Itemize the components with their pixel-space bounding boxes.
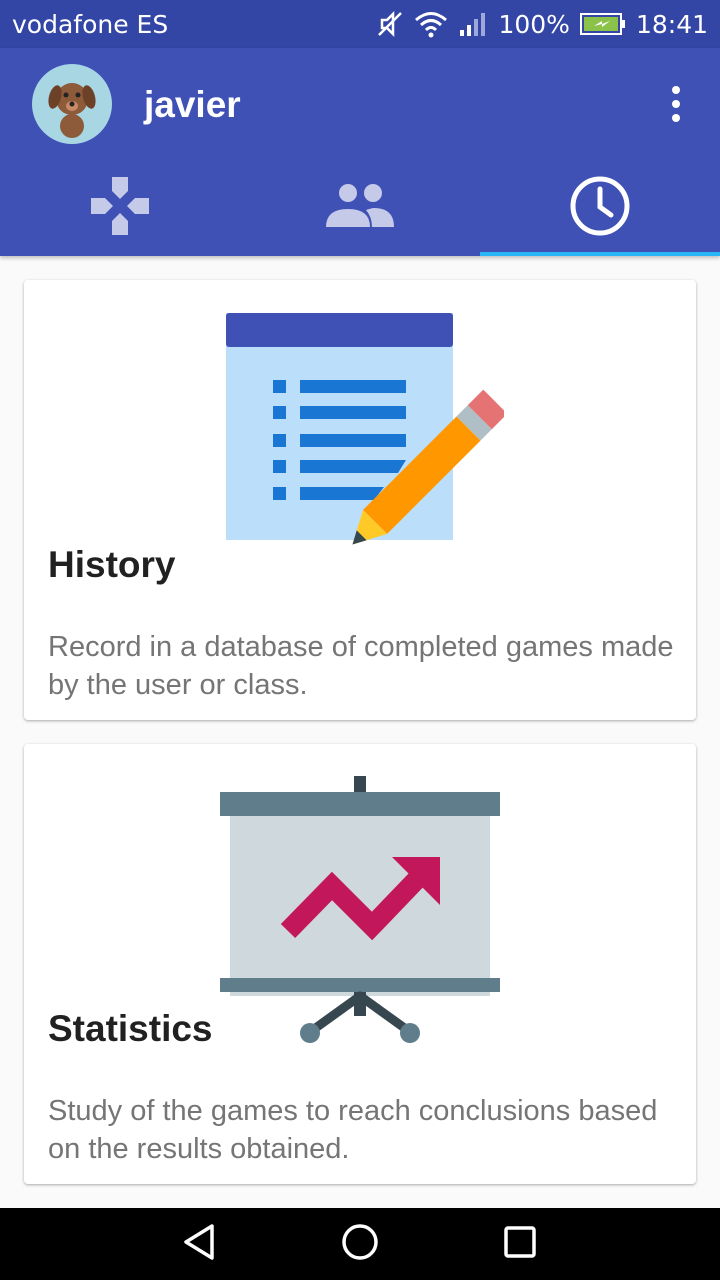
card-title: History [48, 544, 176, 585]
app-bar: javier [0, 48, 720, 256]
statistics-card[interactable]: Statistics Study of the games to reach c… [24, 744, 696, 1184]
history-card[interactable]: History Record in a database of complete… [24, 280, 696, 720]
dog-avatar-icon[interactable] [32, 64, 112, 144]
tab-games[interactable] [0, 160, 240, 256]
more-vert-icon[interactable] [656, 84, 696, 124]
system-nav-bar [0, 1208, 720, 1280]
home-circle-icon [340, 1222, 380, 1267]
status-bar: vodafone ES 100% 18:41 [0, 0, 720, 48]
clock-icon [569, 175, 631, 242]
card-description: Record in a database of completed games … [48, 631, 674, 701]
signal-icon [458, 10, 488, 38]
username: javier [144, 84, 241, 125]
battery-percentage: 100% [498, 9, 570, 39]
tab-bar [0, 160, 720, 256]
clock-time: 18:41 [635, 9, 708, 39]
card-description: Study of the games to reach conclusions … [48, 1095, 658, 1165]
document-pencil-icon [214, 308, 508, 583]
recents-button[interactable] [440, 1208, 600, 1280]
tab-history[interactable] [480, 160, 720, 256]
carrier-name: vodafone ES [12, 9, 169, 39]
people-icon [326, 183, 394, 234]
presentation-chart-icon [220, 776, 500, 1051]
battery-icon [579, 12, 626, 36]
tab-people[interactable] [240, 160, 480, 256]
gamepad-icon [89, 175, 151, 242]
back-triangle-icon [180, 1222, 220, 1267]
card-title: Statistics [48, 1008, 213, 1049]
wifi-icon [414, 10, 448, 38]
mute-icon [376, 10, 404, 38]
home-button[interactable] [280, 1208, 440, 1280]
recents-square-icon [500, 1222, 540, 1267]
back-button[interactable] [120, 1208, 280, 1280]
